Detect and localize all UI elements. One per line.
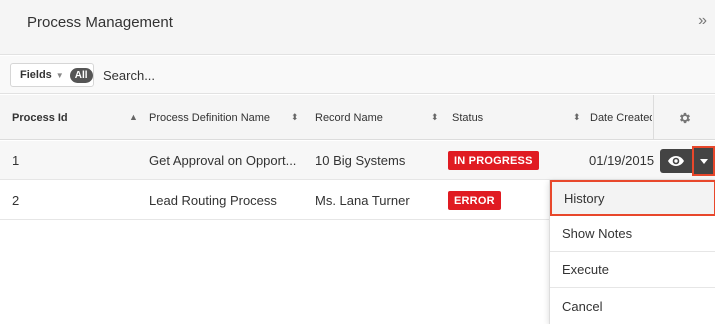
menu-item-execute[interactable]: Execute bbox=[550, 252, 715, 288]
column-header-status[interactable]: Status bbox=[452, 95, 552, 140]
sort-icon[interactable]: ⬍ bbox=[291, 112, 299, 123]
status-badge: ERROR bbox=[448, 191, 501, 210]
view-button[interactable] bbox=[660, 149, 692, 173]
date-created-cell: 01/19/2015 bbox=[589, 153, 655, 168]
column-settings[interactable] bbox=[653, 95, 715, 140]
page-header: Process Management » bbox=[0, 0, 715, 55]
process-definition-cell[interactable]: Lead Routing Process bbox=[149, 181, 277, 220]
row-actions-menu: History Show Notes Execute Cancel bbox=[549, 180, 715, 324]
column-header-process-definition-name[interactable]: Process Definition Name bbox=[149, 95, 284, 140]
table-row[interactable]: 1 Get Approval on Opport... 10 Big Syste… bbox=[0, 141, 715, 180]
process-id-cell: 2 bbox=[12, 193, 20, 208]
column-header-date-created[interactable]: Date Created bbox=[590, 95, 652, 140]
fields-filter-button[interactable]: Fields ▼ All bbox=[10, 63, 94, 87]
fields-label: Fields bbox=[20, 69, 52, 81]
process-definition-cell[interactable]: Get Approval on Opport... bbox=[149, 141, 296, 180]
column-header-process-id[interactable]: Process Id bbox=[12, 95, 122, 140]
page-title: Process Management bbox=[27, 14, 173, 31]
gear-icon bbox=[679, 112, 690, 123]
eye-icon bbox=[668, 156, 684, 166]
sort-icon[interactable]: ⬍ bbox=[431, 112, 439, 123]
row-actions-dropdown-button[interactable] bbox=[692, 146, 715, 176]
menu-item-history[interactable]: History bbox=[550, 180, 715, 216]
all-badge: All bbox=[69, 67, 93, 83]
chevron-down-icon: ▼ bbox=[55, 70, 64, 80]
table-header: Process Id ▲ Process Definition Name ⬍ R… bbox=[0, 95, 715, 140]
status-badge: IN PROGRESS bbox=[448, 151, 539, 170]
collapse-panel-icon[interactable]: » bbox=[698, 12, 707, 30]
sort-ascending-icon[interactable]: ▲ bbox=[129, 112, 138, 122]
filter-bar: Fields ▼ All bbox=[0, 56, 715, 94]
sort-icon[interactable]: ⬍ bbox=[573, 112, 581, 123]
record-name-cell[interactable]: 10 Big Systems bbox=[315, 141, 405, 180]
search-input[interactable] bbox=[103, 64, 663, 86]
caret-down-icon bbox=[699, 158, 708, 164]
record-name-cell[interactable]: Ms. Lana Turner bbox=[315, 181, 410, 220]
menu-item-cancel[interactable]: Cancel bbox=[550, 288, 715, 324]
menu-item-show-notes[interactable]: Show Notes bbox=[550, 216, 715, 252]
process-id-cell: 1 bbox=[12, 153, 20, 168]
column-header-record-name[interactable]: Record Name bbox=[315, 95, 425, 140]
